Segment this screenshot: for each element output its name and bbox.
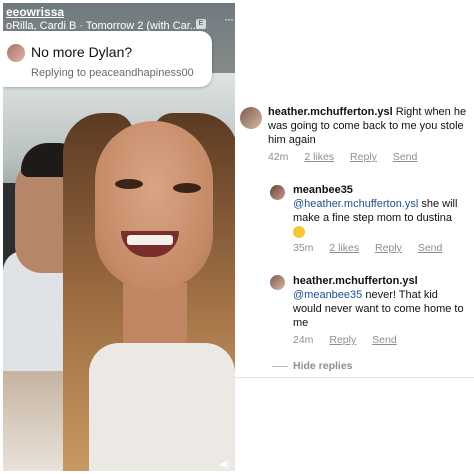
comment-meta: 24m Reply Send [293, 334, 410, 346]
reply-card[interactable]: No more Dylan? Replying to peaceandhapin… [3, 31, 212, 87]
comment-text: heather.mchufferton.ysl Right when he wa… [268, 105, 468, 147]
avatar [6, 43, 26, 63]
comment-text: heather.mchufferton.ysl @meanbee35 never… [293, 274, 468, 330]
comment-username[interactable]: heather.mchufferton.ysl [293, 275, 418, 287]
likes-link[interactable]: 2 likes [329, 242, 359, 254]
comment-time: 24m [293, 334, 314, 346]
reply-button[interactable]: Reply [375, 242, 402, 254]
woman-eye-left [115, 179, 143, 189]
smirk-emoji-icon [293, 226, 305, 239]
video-panel[interactable]: eeowrissa oRilla, Cardi B · Tomorrow 2 (… [3, 3, 235, 471]
send-button[interactable]: Send [418, 242, 443, 254]
explicit-badge: E [196, 19, 206, 29]
reply-card-title: No more Dylan? [31, 44, 133, 60]
sound-icon[interactable]: ◀) [219, 459, 230, 470]
avatar[interactable] [270, 185, 285, 200]
comment-meta: 35m 2 likes Reply Send [293, 242, 455, 254]
reply-button[interactable]: Reply [329, 334, 356, 346]
more-options-icon[interactable]: ··· [224, 12, 234, 26]
comment-mention[interactable]: @meanbee35 [293, 289, 362, 301]
reply-card-subtitle: Replying to peaceandhapiness00 [31, 67, 194, 79]
comment-time: 35m [293, 242, 314, 254]
reply-button[interactable]: Reply [350, 151, 377, 163]
comment-username[interactable]: meanbee35 [293, 184, 353, 196]
comments-panel: heather.mchufferton.ysl Right when he wa… [235, 0, 474, 474]
comment-meta: 42m 2 likes Reply Send [268, 151, 430, 163]
avatar[interactable] [270, 275, 285, 290]
comment-text: meanbee35 @heather.mchufferton.ysl she w… [293, 183, 468, 239]
woman-top [89, 343, 235, 471]
send-button[interactable]: Send [372, 334, 397, 346]
woman-face [95, 121, 213, 289]
send-button[interactable]: Send [393, 151, 418, 163]
woman-teeth [127, 235, 173, 245]
video-username[interactable]: eeowrissa [6, 5, 64, 19]
comment-time: 42m [268, 151, 289, 163]
hide-replies-button[interactable]: Hide replies [293, 360, 353, 372]
divider [235, 377, 474, 378]
hide-replies-line [272, 366, 288, 367]
likes-link[interactable]: 2 likes [304, 151, 334, 163]
comment-username[interactable]: heather.mchufferton.ysl [268, 106, 393, 118]
woman-eye-right [173, 183, 201, 193]
avatar[interactable] [240, 107, 262, 129]
comment-mention[interactable]: @heather.mchufferton.ysl [293, 198, 418, 210]
